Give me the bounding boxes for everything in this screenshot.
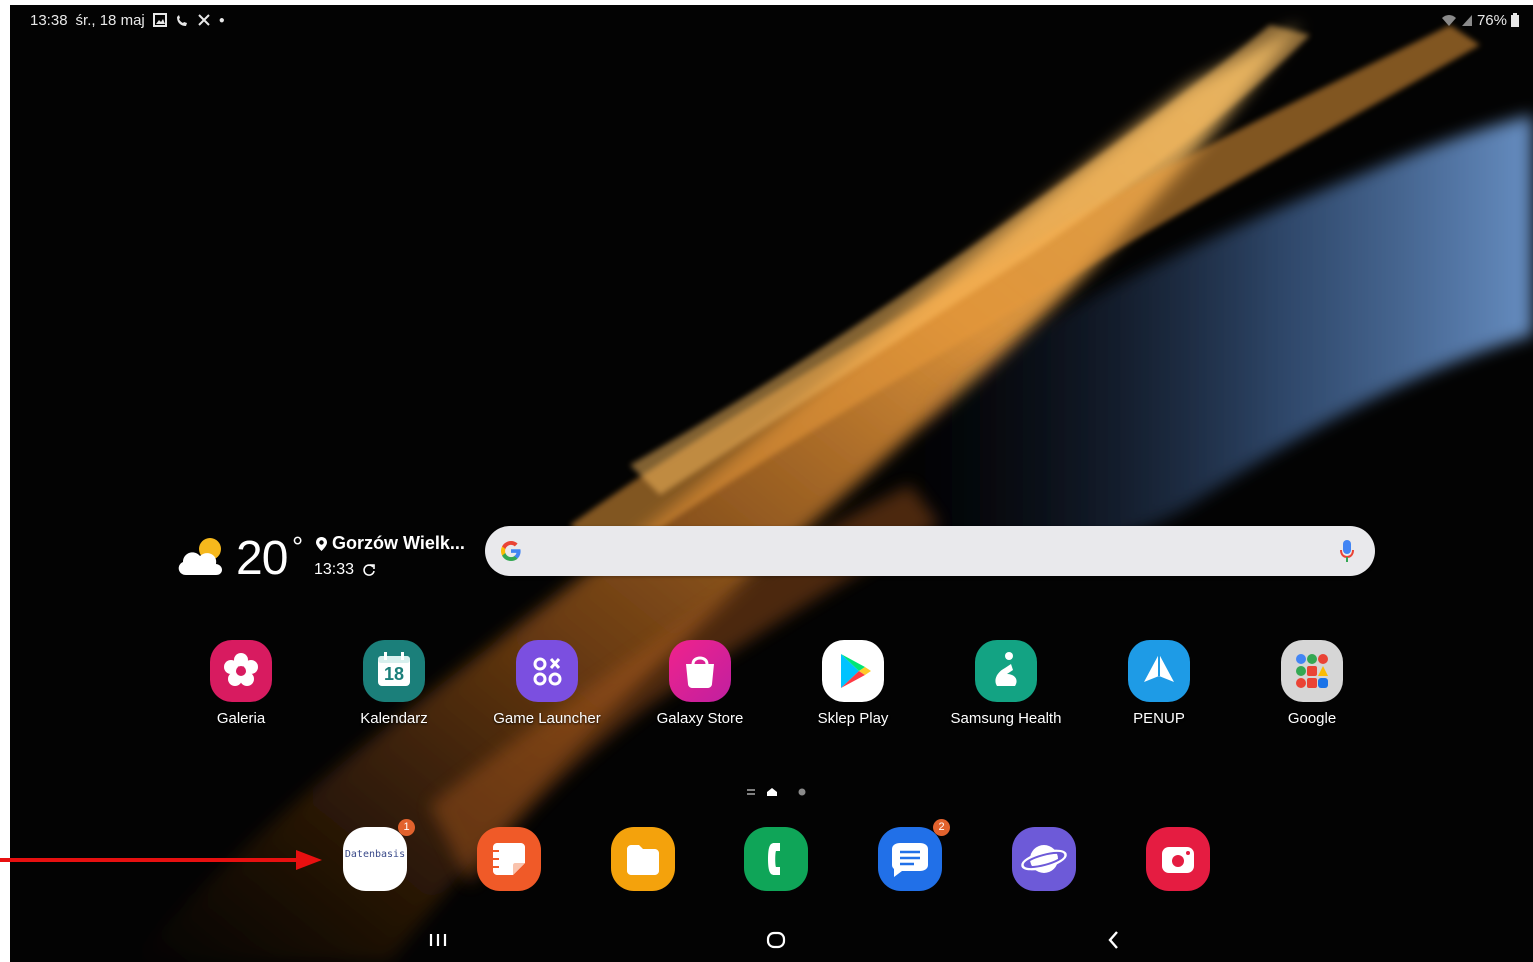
folder-icon — [627, 845, 659, 875]
app-kalendarz[interactable]: 18 Kalendarz — [324, 640, 464, 727]
page-dot — [798, 788, 806, 796]
app-game-launcher[interactable]: Game Launcher — [477, 640, 617, 727]
more-notifications-dot: ● — [218, 14, 225, 26]
microphone-icon[interactable] — [1339, 539, 1355, 563]
flower-icon — [210, 640, 272, 702]
partly-cloudy-icon — [178, 538, 222, 575]
datenbasis-app[interactable]: Datenbasis 1 — [343, 819, 415, 891]
page-indicator[interactable] — [745, 785, 815, 799]
app-label: PENUP — [1133, 710, 1185, 727]
temperature: 20 — [236, 532, 288, 585]
app-label: Galaxy Store — [656, 710, 744, 727]
status-bar-left: 13:38 śr., 18 maj ● — [30, 9, 225, 31]
home-button[interactable] — [756, 925, 796, 955]
app-label: Galeria — [216, 710, 266, 727]
weather-updated-time: 13:33 — [314, 561, 355, 578]
battery-icon — [1511, 13, 1519, 27]
back-button[interactable] — [1093, 925, 1133, 955]
shopping-bag-icon — [669, 640, 731, 702]
app-galaxy-store[interactable]: Galaxy Store — [630, 640, 770, 727]
calendar-icon: 18 — [363, 640, 425, 702]
calendar-day: 18 — [383, 664, 405, 684]
app-label: Sklep Play — [817, 710, 889, 727]
files-app[interactable] — [611, 827, 675, 891]
phone-app[interactable] — [744, 827, 808, 891]
battery-percentage: 76% — [1476, 11, 1507, 29]
recents-button[interactable] — [418, 925, 458, 955]
messages-app[interactable]: 2 — [878, 819, 950, 891]
phone-icon — [768, 843, 780, 875]
app-google-folder[interactable]: Google — [1242, 640, 1382, 727]
home-icon — [766, 931, 786, 949]
notification-badge: 2 — [933, 819, 950, 836]
app-label: Game Launcher — [493, 710, 601, 727]
app-label: Samsung Health — [950, 710, 1062, 727]
app-penup[interactable]: PENUP — [1089, 640, 1229, 727]
dock-app-label: Datenbasis — [344, 849, 406, 860]
play-store-icon — [822, 640, 884, 702]
app-galeria[interactable]: Galeria — [171, 640, 311, 727]
google-g-icon — [501, 541, 521, 561]
wifi-icon — [1441, 15, 1456, 26]
camera-app[interactable] — [1146, 827, 1210, 891]
notes-icon — [493, 843, 525, 875]
app-label: Kalendarz — [360, 710, 428, 727]
annotation-arrow — [0, 850, 322, 870]
signal-icon — [1461, 15, 1472, 26]
gallery-notification-icon — [152, 13, 167, 27]
health-icon — [975, 640, 1037, 702]
weather-location: Gorzów Wielk... — [332, 533, 465, 553]
planet-icon — [1021, 845, 1067, 873]
home-page-dot — [767, 788, 777, 796]
app-samsung-health[interactable]: Samsung Health — [936, 640, 1076, 727]
missed-call-icon — [176, 15, 187, 26]
degree-symbol: ° — [292, 531, 304, 562]
search-input[interactable] — [537, 536, 1301, 568]
status-date: śr., 18 maj — [75, 11, 145, 29]
feed-page-icon — [747, 789, 755, 795]
weather-widget[interactable]: 20 ° Gorzów Wielk... 13:33 — [174, 523, 474, 593]
notification-badge: 1 — [398, 819, 415, 836]
app-label: Google — [1287, 710, 1337, 727]
wallpaper — [130, 25, 1533, 962]
device-screen: 13:38 śr., 18 maj ● 76% 20 ° Gorzów Wiel… — [10, 5, 1533, 962]
recents-icon — [429, 934, 447, 946]
status-bar-right: 76% — [1441, 9, 1519, 31]
message-icon — [892, 843, 928, 877]
notes-app[interactable] — [477, 827, 541, 891]
camera-icon — [1162, 847, 1194, 873]
penup-icon — [1128, 640, 1190, 702]
folder-icon — [1281, 640, 1343, 702]
location-pin-icon — [316, 537, 327, 551]
back-icon — [1108, 931, 1118, 949]
internet-app[interactable] — [1012, 827, 1076, 891]
tools-icon — [198, 14, 210, 26]
refresh-icon[interactable] — [362, 563, 376, 577]
google-search-bar[interactable] — [485, 526, 1375, 576]
app-sklep-play[interactable]: Sklep Play — [783, 640, 923, 727]
game-launcher-icon — [516, 640, 578, 702]
status-time: 13:38 — [30, 11, 68, 29]
